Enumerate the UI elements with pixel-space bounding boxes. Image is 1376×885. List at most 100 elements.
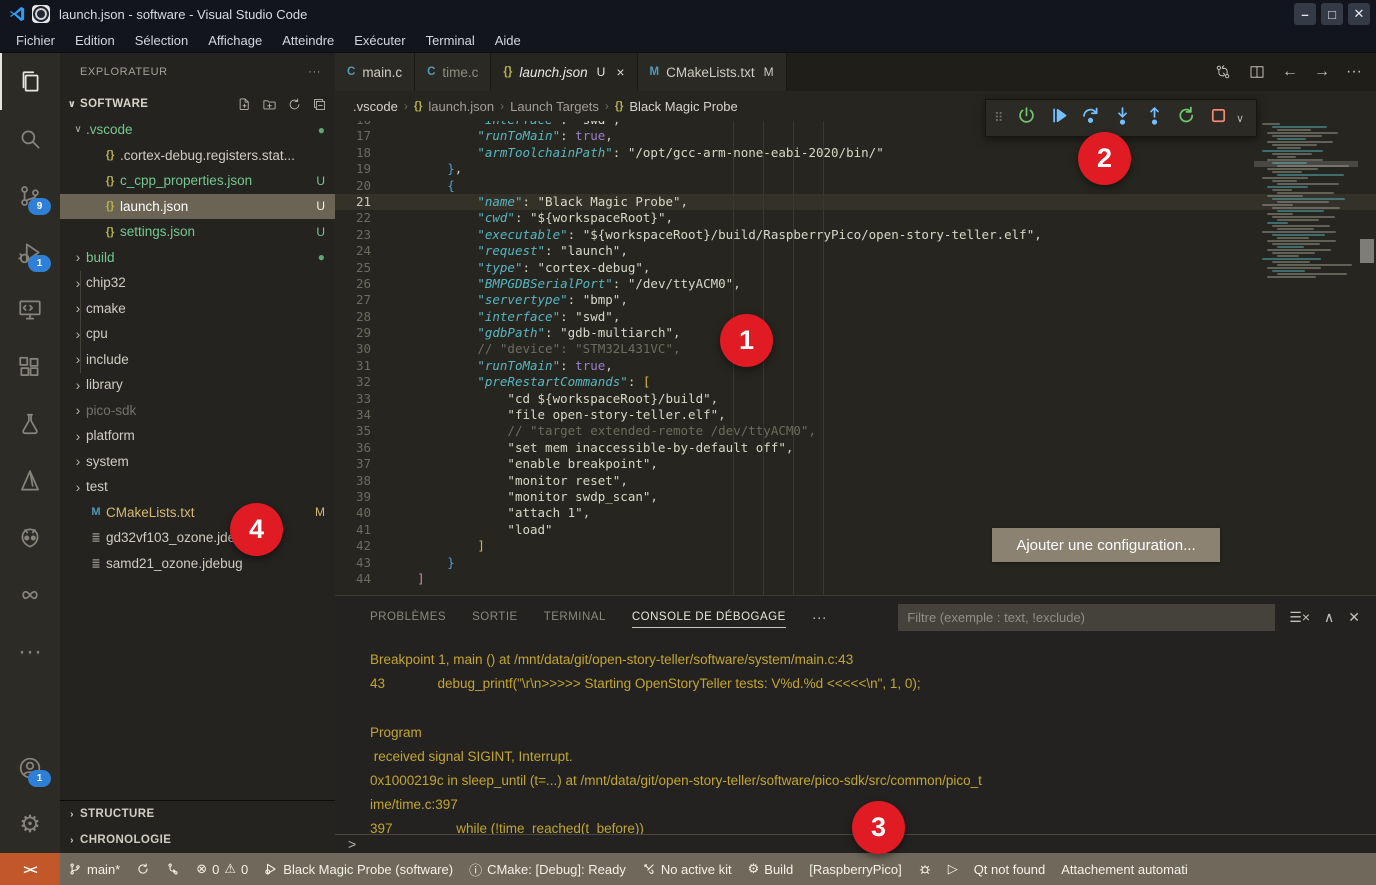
maximize-button[interactable]: □ [1321, 3, 1343, 25]
more-icon[interactable]: ··· [1346, 63, 1362, 81]
activity-run-debug[interactable]: 1 [0, 224, 60, 281]
tab-time-c[interactable]: Ctime.c [415, 53, 491, 91]
status-no-active-kit[interactable]: No active kit [634, 862, 740, 877]
tree-item--cortex-debug-registers-stat-[interactable]: {}.cortex-debug.registers.stat... [60, 143, 335, 169]
menu-exécuter[interactable]: Exécuter [344, 30, 415, 51]
stop-button[interactable] [1204, 104, 1232, 132]
line-number[interactable]: 26 [335, 276, 387, 292]
new-file-icon[interactable] [237, 97, 252, 112]
split-editor-icon[interactable] [1248, 63, 1266, 81]
line-number[interactable]: 36 [335, 440, 387, 456]
menu-edition[interactable]: Edition [65, 30, 125, 51]
tree-item-system[interactable]: ›system [60, 449, 335, 475]
activity-remote-explorer[interactable] [0, 281, 60, 338]
line-number[interactable]: 41 [335, 522, 387, 538]
breadcrumb-item[interactable]: .vscode [353, 99, 398, 114]
line-number[interactable]: 30 [335, 341, 387, 357]
activity-cmake[interactable] [0, 452, 60, 509]
menu-sélection[interactable]: Sélection [125, 30, 198, 51]
breadcrumb-item[interactable]: Black Magic Probe [629, 99, 737, 114]
tree-item-c-cpp-properties-json[interactable]: {}c_cpp_properties.jsonU [60, 168, 335, 194]
activity-extensions[interactable] [0, 338, 60, 395]
status-attachement-automati[interactable]: Attachement automati [1053, 862, 1195, 877]
line-number[interactable]: 20 [335, 178, 387, 194]
forward-icon[interactable]: → [1314, 63, 1330, 81]
line-number[interactable]: 38 [335, 473, 387, 489]
line-number[interactable]: 44 [335, 571, 387, 587]
line-number[interactable]: 25 [335, 260, 387, 276]
line-number[interactable]: 19 [335, 161, 387, 177]
status-branch2[interactable] [158, 862, 188, 876]
continue-button[interactable] [1044, 104, 1072, 132]
line-number[interactable]: 42 [335, 538, 387, 554]
status-play[interactable]: ▷ [940, 861, 966, 877]
tree-item-samd21-ozone-jdebug[interactable]: ≣samd21_ozone.jdebug [60, 551, 335, 577]
tree-item-pico-sdk[interactable]: ›pico-sdk [60, 398, 335, 424]
line-number[interactable]: 40 [335, 505, 387, 521]
line-number[interactable]: 27 [335, 292, 387, 308]
status--raspberrypico-[interactable]: [RaspberryPico] [801, 862, 909, 877]
status-0[interactable]: ⊗0⚠0 [188, 861, 256, 877]
activity-search[interactable] [0, 110, 60, 167]
status-build[interactable]: ⚙Build [740, 861, 802, 877]
line-number[interactable]: 24 [335, 243, 387, 259]
line-number[interactable]: 34 [335, 407, 387, 423]
line-number[interactable]: 21 [335, 194, 387, 210]
activity-testing[interactable] [0, 395, 60, 452]
tree-item-library[interactable]: ›library [60, 372, 335, 398]
restart-button[interactable] [1172, 104, 1200, 132]
line-number[interactable]: 18 [335, 145, 387, 161]
menu-affichage[interactable]: Affichage [198, 30, 272, 51]
activity-settings[interactable]: ⚙ [0, 796, 60, 853]
panel-more-icon[interactable]: ··· [812, 609, 827, 626]
line-number[interactable]: 33 [335, 391, 387, 407]
tab-cmakelists-txt[interactable]: MCMakeLists.txtM [638, 53, 787, 91]
tree-item--vscode[interactable]: ∨.vscode● [60, 117, 335, 143]
activity-accounts[interactable]: 1 [0, 739, 60, 796]
line-number[interactable]: 39 [335, 489, 387, 505]
line-number[interactable]: 35 [335, 423, 387, 439]
drag-grip-icon[interactable]: ⠿ [994, 115, 1008, 121]
menu-fichier[interactable]: Fichier [6, 30, 65, 51]
tab-main-c[interactable]: Cmain.c [335, 53, 415, 91]
tree-item-build[interactable]: ›build● [60, 245, 335, 271]
activity-infinity[interactable] [0, 566, 60, 623]
workspace-section-header[interactable]: ∨ SOFTWARE [60, 91, 335, 117]
status-cmake-debug-ready[interactable]: ⓘCMake: [Debug]: Ready [461, 860, 634, 879]
tree-item-cpu[interactable]: ›cpu [60, 321, 335, 347]
tree-item-test[interactable]: ›test [60, 474, 335, 500]
clear-console-icon[interactable]: ☰× [1289, 609, 1310, 626]
line-number[interactable]: 29 [335, 325, 387, 341]
minimap[interactable] [1258, 123, 1356, 591]
chevron-down-icon[interactable]: ∨ [1236, 112, 1248, 125]
panel-tab-terminal[interactable]: TERMINAL [544, 607, 606, 627]
panel-tab-probl-mes[interactable]: PROBLÈMES [370, 607, 446, 627]
power-button[interactable] [1012, 104, 1040, 132]
activity-source-control[interactable]: 9 [0, 167, 60, 224]
status-qt-not-found[interactable]: Qt not found [966, 862, 1054, 877]
tree-item-chip32[interactable]: ›chip32 [60, 270, 335, 296]
breadcrumb-item[interactable]: Launch Targets [510, 99, 599, 114]
collapse-panel-icon[interactable]: ∧ [1324, 609, 1334, 626]
close-tab-icon[interactable]: × [616, 64, 624, 80]
section-chronologie[interactable]: ›CHRONOLOGIE [60, 827, 335, 853]
tree-item-cmake[interactable]: ›cmake [60, 296, 335, 322]
step-into-button[interactable] [1108, 104, 1136, 132]
activity-explorer[interactable] [0, 53, 60, 110]
line-number[interactable]: 32 [335, 374, 387, 390]
status-bug[interactable] [910, 862, 940, 876]
new-folder-icon[interactable] [262, 97, 277, 112]
activity-more[interactable]: ··· [0, 623, 60, 680]
status-main-[interactable]: main* [60, 862, 128, 877]
line-number[interactable]: 17 [335, 128, 387, 144]
tree-item-gd32vf103-ozone-jdebug[interactable]: ≣gd32vf103_ozone.jdebug [60, 525, 335, 551]
editor-scrollbar[interactable] [1358, 121, 1376, 594]
line-number[interactable]: 16 [335, 121, 387, 128]
activity-platformio[interactable] [0, 509, 60, 566]
menu-terminal[interactable]: Terminal [416, 30, 485, 51]
line-number[interactable]: 43 [335, 555, 387, 571]
tree-item-platform[interactable]: ›platform [60, 423, 335, 449]
code-editor[interactable]: 16 "interface": "swd",17 "runToMain": tr… [335, 121, 1376, 595]
close-button[interactable]: ✕ [1348, 3, 1370, 25]
close-panel-icon[interactable]: ✕ [1348, 609, 1360, 626]
